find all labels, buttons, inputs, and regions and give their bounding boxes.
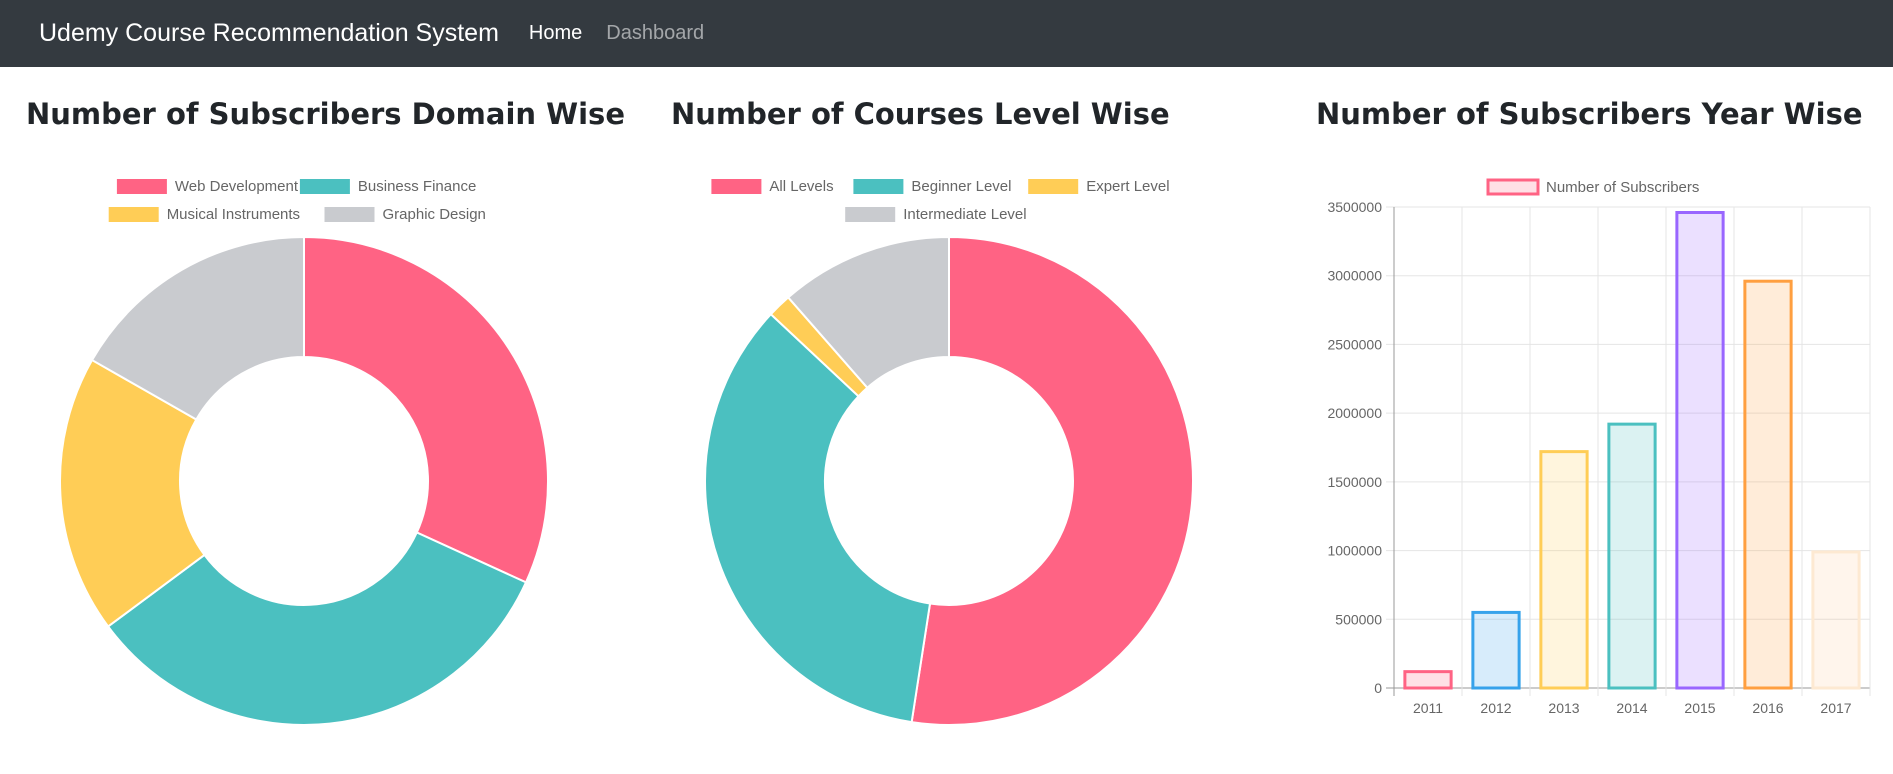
x-tick-label: 2013 [1548,700,1579,716]
nav-home-link[interactable]: Home [529,22,582,45]
brand-link[interactable]: Udemy Course Recommendation System [39,19,499,48]
domain-chart-panel: Number of Subscribers Domain Wise Web De… [0,67,625,774]
legend-swatch-all-levels [711,179,762,194]
year-bar-chart: Number of Subscribers 0 500000 1000000 15000… [1327,178,1871,716]
level-chart-panel: Number of Courses Level Wise All Levels B… [645,67,1265,774]
bar-2012 [1471,610,1521,690]
x-tick-label: 2016 [1752,700,1783,716]
bar-2014 [1607,422,1657,690]
legend-label-musical-instruments: Musical Instruments [167,206,300,223]
legend-label-subscribers: Number of Subscribers [1546,179,1699,196]
legend-label-all-levels: All Levels [769,178,833,195]
slice-all-levels [910,235,1194,726]
x-tick-label: 2011 [1413,700,1443,716]
legend-swatch-business-finance [299,179,350,194]
legend-label-intermediate-level: Intermediate Level [903,206,1026,223]
legend-swatch-graphic-design [324,207,375,222]
legend-label-beginner-level: Beginner Level [911,178,1011,195]
y-tick-label: 2000000 [1327,405,1382,421]
legend-label-web-development: Web Development [175,178,299,195]
level-doughnut-chart: All Levels Beginner Level Expert Level Inte… [704,178,1194,726]
bar-2013 [1539,450,1589,690]
x-tick-label: 2015 [1684,700,1715,716]
slice-web-development [303,235,549,584]
y-tick-label: 0 [1374,680,1382,696]
nav-dashboard-link[interactable]: Dashboard [606,22,704,45]
legend-swatch-intermediate-level [845,207,896,222]
top-navbar: Udemy Course Recommendation System Home … [0,0,1893,67]
slice-beginner-level [704,312,932,724]
bar-2015 [1675,210,1725,690]
bar-2011 [1403,670,1453,690]
x-tick-label: 2014 [1616,700,1647,716]
y-tick-label: 1000000 [1327,543,1382,559]
legend-swatch-subscribers [1486,178,1540,196]
y-tick-label: 500000 [1335,611,1382,627]
legend-swatch-musical-instruments [108,207,159,222]
y-tick-label: 1500000 [1327,474,1382,490]
domain-doughnut-chart: Web Development Business Finance Musical I… [59,178,549,726]
legend-swatch-expert-level [1028,179,1079,194]
bar-2016 [1743,279,1793,690]
x-tick-label: 2017 [1820,700,1851,716]
legend-swatch-web-development [116,179,167,194]
y-tick-label: 3500000 [1327,199,1382,215]
legend-label-expert-level: Expert Level [1086,178,1169,195]
legend-swatch-beginner-level [853,179,904,194]
y-tick-label: 2500000 [1327,336,1382,352]
legend-label-graphic-design: Graphic Design [383,206,486,223]
year-chart-panel: Number of Subscribers Year Wise Number o… [1290,67,1893,774]
y-tick-label: 3000000 [1327,268,1382,284]
x-tick-label: 2012 [1480,700,1511,716]
bar-2017 [1811,550,1861,690]
legend-label-business-finance: Business Finance [358,178,476,195]
